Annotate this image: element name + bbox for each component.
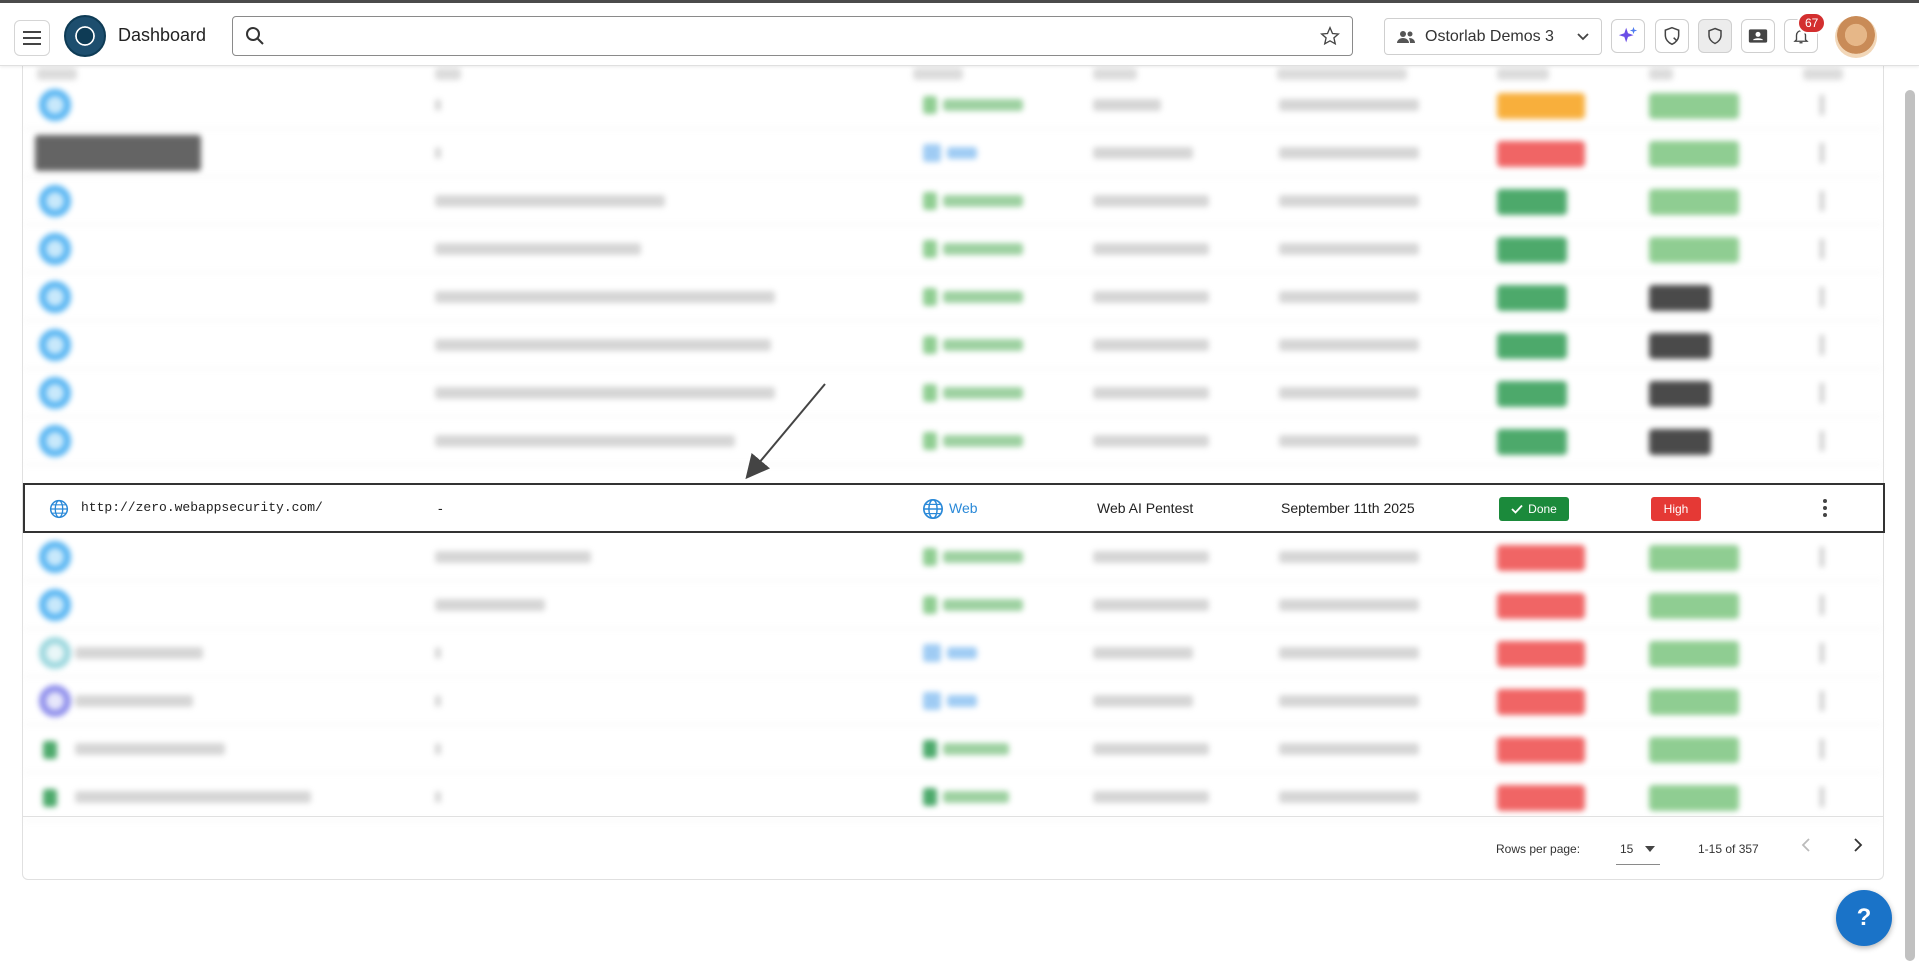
progress-badge: Done [1499, 497, 1569, 521]
chevron-down-icon [1645, 845, 1656, 852]
ai-assistant-button[interactable] [1611, 19, 1645, 53]
table-row[interactable] [23, 321, 1883, 369]
check-icon [1511, 504, 1523, 514]
team-icon [1397, 30, 1415, 43]
table-row[interactable] [23, 581, 1883, 629]
more-vert-icon[interactable] [1822, 497, 1828, 519]
table-row[interactable] [23, 273, 1883, 321]
globe-icon [923, 499, 943, 519]
page-title: Dashboard [118, 25, 207, 45]
organization-selector[interactable]: Ostorlab Demos 3 [1384, 18, 1602, 55]
table-row[interactable] [23, 81, 1883, 129]
menu-button[interactable] [14, 20, 50, 56]
pagination-range: 1-15 of 357 [1698, 842, 1759, 856]
created-date: September 11th 2025 [1281, 500, 1415, 516]
chevron-right-icon[interactable] [1848, 835, 1868, 855]
table-row[interactable] [23, 177, 1883, 225]
search-bar[interactable] [232, 16, 1353, 56]
progress-label: Done [1528, 502, 1557, 516]
notification-count-badge: 67 [1797, 12, 1827, 34]
search-icon [246, 27, 264, 45]
star-icon[interactable] [1320, 26, 1340, 46]
contact-card-icon [1748, 29, 1768, 43]
rows-per-page-select[interactable]: 15 [1616, 833, 1660, 865]
search-input[interactable] [279, 23, 1279, 49]
scan-title: - [438, 500, 443, 516]
top-app-bar: Dashboard Ostorlab Demos 3 67 [0, 0, 1919, 66]
table-row[interactable] [23, 533, 1883, 581]
user-avatar[interactable] [1835, 16, 1877, 58]
table-row[interactable] [23, 725, 1883, 773]
table-row[interactable] [23, 417, 1883, 465]
menu-icon [23, 31, 41, 45]
sparkle-icon [1618, 26, 1638, 43]
table-row[interactable] [23, 225, 1883, 273]
contacts-button[interactable] [1741, 19, 1775, 53]
app-logo[interactable] [64, 15, 106, 57]
table-row[interactable] [23, 369, 1883, 417]
security-check-button[interactable] [1655, 19, 1689, 53]
scan-plan: Web AI Pentest [1097, 500, 1194, 516]
chevron-down-icon [1577, 32, 1589, 40]
chevron-left-icon[interactable] [1796, 835, 1816, 855]
table-row[interactable] [23, 677, 1883, 725]
page-scrollbar[interactable] [1905, 90, 1915, 961]
highlighted-scan-row[interactable]: http://zero.webappsecurity.com/ - Web We… [23, 483, 1885, 533]
table-pagination: Rows per page: 15 1-15 of 357 [22, 816, 1884, 880]
shield-button[interactable] [1698, 19, 1732, 53]
asset-type: Web [949, 500, 978, 516]
shield-check-icon [1664, 26, 1680, 46]
shield-icon [1708, 27, 1722, 45]
table-row[interactable] [23, 629, 1883, 677]
organization-name: Ostorlab Demos 3 [1425, 27, 1554, 45]
help-button[interactable]: ? [1836, 890, 1892, 946]
table-row[interactable] [23, 773, 1883, 821]
target-url[interactable]: http://zero.webappsecurity.com/ [81, 500, 323, 515]
table-row[interactable] [23, 129, 1883, 177]
scans-table: http://zero.webappsecurity.com/ - Web We… [22, 66, 1885, 880]
rows-per-page-label: Rows per page: [1496, 842, 1581, 856]
risk-badge: High [1651, 497, 1701, 521]
globe-icon [49, 499, 69, 519]
rows-per-page-value: 15 [1620, 841, 1634, 856]
